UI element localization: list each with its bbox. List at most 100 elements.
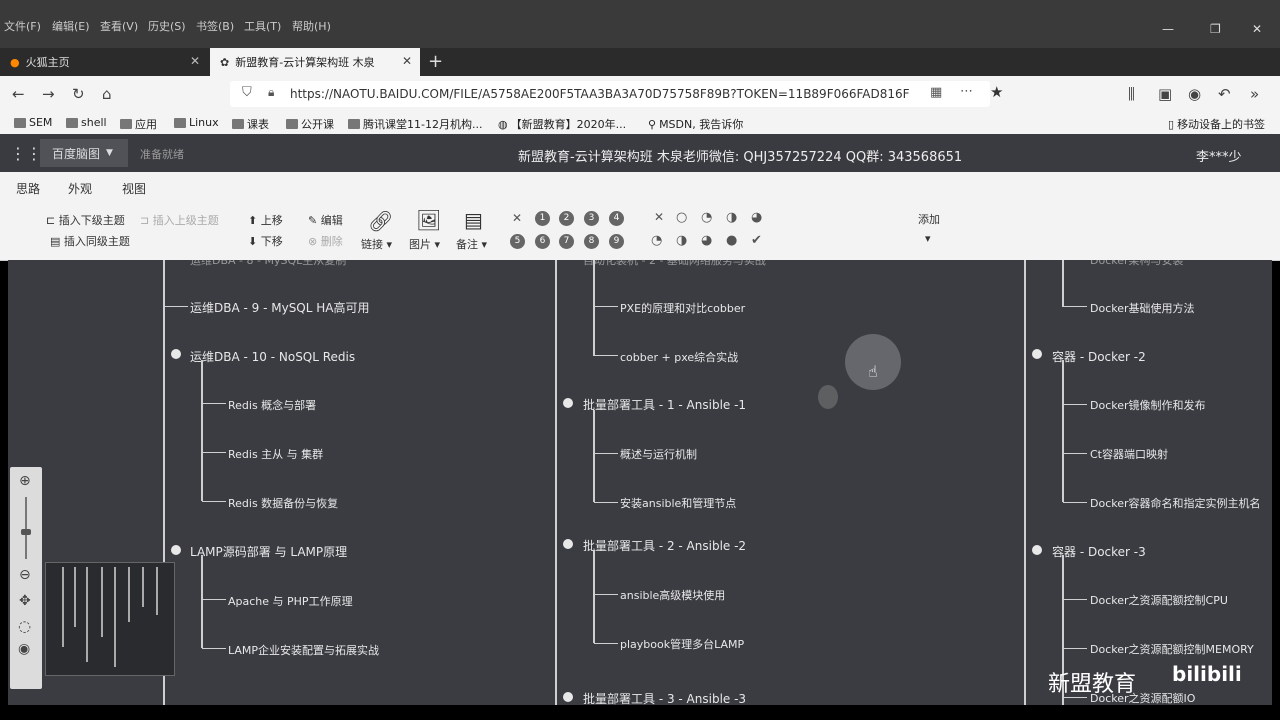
menu-view[interactable]: 查看(V): [100, 18, 138, 34]
subtopic-node[interactable]: Ct容器端口映射: [1090, 446, 1168, 462]
topic-node[interactable]: 容器 - Docker -2: [1052, 348, 1146, 365]
window-close-icon[interactable]: ✕: [1252, 22, 1262, 36]
zoom-out-icon[interactable]: ⊖: [19, 567, 31, 583]
qr-icon[interactable]: ▦: [930, 85, 942, 100]
star-icon[interactable]: ★: [990, 83, 1003, 101]
subtopic-node[interactable]: Docker基础使用方法: [1090, 300, 1195, 316]
link-icon[interactable]: 🔗︎: [368, 209, 393, 233]
bookmark-tencent[interactable]: 腾讯课堂11-12月机构...: [348, 116, 482, 132]
minimize-icon[interactable]: —: [1162, 22, 1174, 36]
priority-6[interactable]: 6: [535, 234, 550, 249]
priority-3[interactable]: 3: [584, 211, 599, 226]
tab-view[interactable]: 视图: [122, 180, 146, 197]
subtopic-node[interactable]: 安装ansible和管理节点: [620, 495, 736, 511]
user-name[interactable]: 李***少: [1196, 146, 1242, 165]
tab-appearance[interactable]: 外观: [68, 180, 92, 197]
page-actions-icon[interactable]: ⋯: [960, 84, 973, 99]
hand-move-icon[interactable]: ✥: [19, 593, 31, 609]
bookmark-shell[interactable]: shell: [66, 116, 107, 129]
image-button[interactable]: 图片 ▾: [409, 236, 440, 252]
priority-1[interactable]: 1: [535, 211, 550, 226]
subtopic-node[interactable]: playbook管理多台LAMP: [620, 636, 744, 652]
priority-8[interactable]: 8: [584, 234, 599, 249]
bookmark-apps[interactable]: 应用: [120, 116, 157, 132]
topic-node[interactable]: LAMP源码部署 与 LAMP原理: [190, 543, 347, 560]
progress-3-icon[interactable]: ◕: [751, 210, 762, 225]
subtopic-node[interactable]: Apache 与 PHP工作原理: [228, 593, 353, 609]
clear-progress-icon[interactable]: ✕: [654, 210, 664, 224]
lock-icon[interactable]: 🔒︎: [268, 85, 274, 100]
sidebar-icon[interactable]: ▣: [1158, 85, 1172, 103]
menu-file[interactable]: 文件(F): [4, 18, 41, 34]
tab-ideas[interactable]: 思路: [16, 180, 40, 197]
progress-done-icon[interactable]: ✔: [751, 233, 762, 248]
note-button[interactable]: 备注 ▾: [456, 236, 487, 252]
tab-firefox-home[interactable]: ● 火狐主页 ✕: [0, 48, 208, 76]
move-up-button[interactable]: ⬆ 上移: [248, 212, 283, 228]
progress-7-icon[interactable]: ●: [726, 233, 737, 248]
image-icon[interactable]: 🖼︎: [416, 208, 441, 232]
topic-node[interactable]: 运维DBA - 10 - NoSQL Redis: [190, 348, 355, 365]
insert-child-button[interactable]: ⊏ 插入下级主题: [46, 212, 125, 228]
subtopic-node[interactable]: ansible高级模块使用: [620, 587, 725, 603]
locate-icon[interactable]: ◌: [18, 617, 31, 635]
subtopic-node[interactable]: Redis 数据备份与恢复: [228, 495, 338, 511]
zoom-slider-handle[interactable]: [21, 529, 31, 535]
progress-4-icon[interactable]: ◔: [651, 233, 662, 248]
add-tag-label[interactable]: 添加: [918, 211, 940, 227]
bookmark-linux[interactable]: Linux: [174, 116, 219, 129]
progress-6-icon[interactable]: ◕: [701, 233, 712, 248]
subtopic-node[interactable]: PXE的原理和对比cobber: [620, 300, 745, 316]
node-partial[interactable]: 自动化装机 - 2 - 基础网络服务与实战: [583, 260, 766, 268]
close-tab-icon[interactable]: ✕: [190, 54, 200, 68]
move-down-button[interactable]: ⬇ 下移: [248, 233, 283, 249]
topic-node[interactable]: 批量部署工具 - 2 - Ansible -2: [583, 537, 746, 554]
priority-9[interactable]: 9: [609, 234, 624, 249]
reload-icon[interactable]: ↻: [72, 85, 85, 103]
topic-node[interactable]: 容器 - Docker -3: [1052, 543, 1146, 560]
progress-0-icon[interactable]: ○: [676, 210, 687, 225]
topic-node[interactable]: 批量部署工具 - 3 - Ansible -3: [583, 690, 746, 705]
subtopic-node[interactable]: Docker之资源配额控制MEMORY: [1090, 641, 1254, 657]
menu-tools[interactable]: 工具(T): [244, 18, 281, 34]
topic-node[interactable]: 批量部署工具 - 1 - Ansible -1: [583, 396, 746, 413]
back-icon[interactable]: ←: [12, 85, 25, 103]
priority-4[interactable]: 4: [609, 211, 624, 226]
note-icon[interactable]: ▤: [464, 208, 483, 232]
node-partial[interactable]: Docker架构与安装: [1090, 260, 1184, 268]
menu-bookmarks[interactable]: 书签(B): [196, 18, 234, 34]
new-tab-icon[interactable]: +: [428, 51, 443, 72]
tab-active[interactable]: ✿ 新盟教育-云计算架构班 木泉 ✕: [210, 48, 420, 76]
bookmark-sem[interactable]: SEM: [14, 116, 52, 129]
menu-edit[interactable]: 编辑(E): [52, 18, 90, 34]
bookmark-xinmeng[interactable]: ◍ 【新盟教育】2020年...: [498, 116, 626, 132]
subtopic-node[interactable]: 概述与运行机制: [620, 446, 697, 462]
bookmark-msdn[interactable]: ⚲ MSDN, 我告诉你: [648, 116, 743, 132]
close-tab-icon[interactable]: ✕: [402, 54, 412, 68]
eye-icon[interactable]: ◉: [18, 641, 30, 657]
priority-7[interactable]: 7: [559, 234, 574, 249]
clear-priority-icon[interactable]: ✕: [512, 211, 522, 225]
brand-menu[interactable]: 百度脑图 ▼: [40, 139, 128, 167]
subtopic-node[interactable]: Redis 概念与部署: [228, 397, 316, 413]
minimap[interactable]: [45, 562, 175, 676]
progress-2-icon[interactable]: ◑: [726, 210, 737, 225]
account-icon[interactable]: ◉: [1188, 85, 1201, 103]
subtopic-node[interactable]: Redis 主从 与 集群: [228, 446, 323, 462]
shield-icon[interactable]: ⛉: [242, 85, 252, 100]
bookmark-public-class[interactable]: 公开课: [286, 116, 334, 132]
url-text[interactable]: https://NAOTU.BAIDU.COM/FILE/A5758AE200F…: [290, 87, 910, 101]
forward-icon[interactable]: →: [42, 85, 55, 103]
priority-2[interactable]: 2: [559, 211, 574, 226]
progress-1-icon[interactable]: ◔: [701, 210, 712, 225]
insert-sibling-button[interactable]: ▤ 插入同级主题: [50, 233, 130, 249]
priority-5[interactable]: 5: [510, 234, 525, 249]
insert-parent-button[interactable]: ⊐ 插入上级主题: [140, 212, 219, 228]
subtopic-node[interactable]: LAMP企业安装配置与拓展实战: [228, 642, 379, 658]
subtopic-node[interactable]: Docker之资源配额控制CPU: [1090, 592, 1228, 608]
tag-dropdown-icon[interactable]: ▾: [925, 232, 931, 245]
library-icon[interactable]: ⫼: [1128, 85, 1135, 103]
bookmark-mobile[interactable]: ▯ 移动设备上的书签: [1168, 116, 1265, 132]
overflow-icon[interactable]: »: [1250, 85, 1259, 103]
edit-button[interactable]: ✎ 编辑: [308, 212, 343, 228]
